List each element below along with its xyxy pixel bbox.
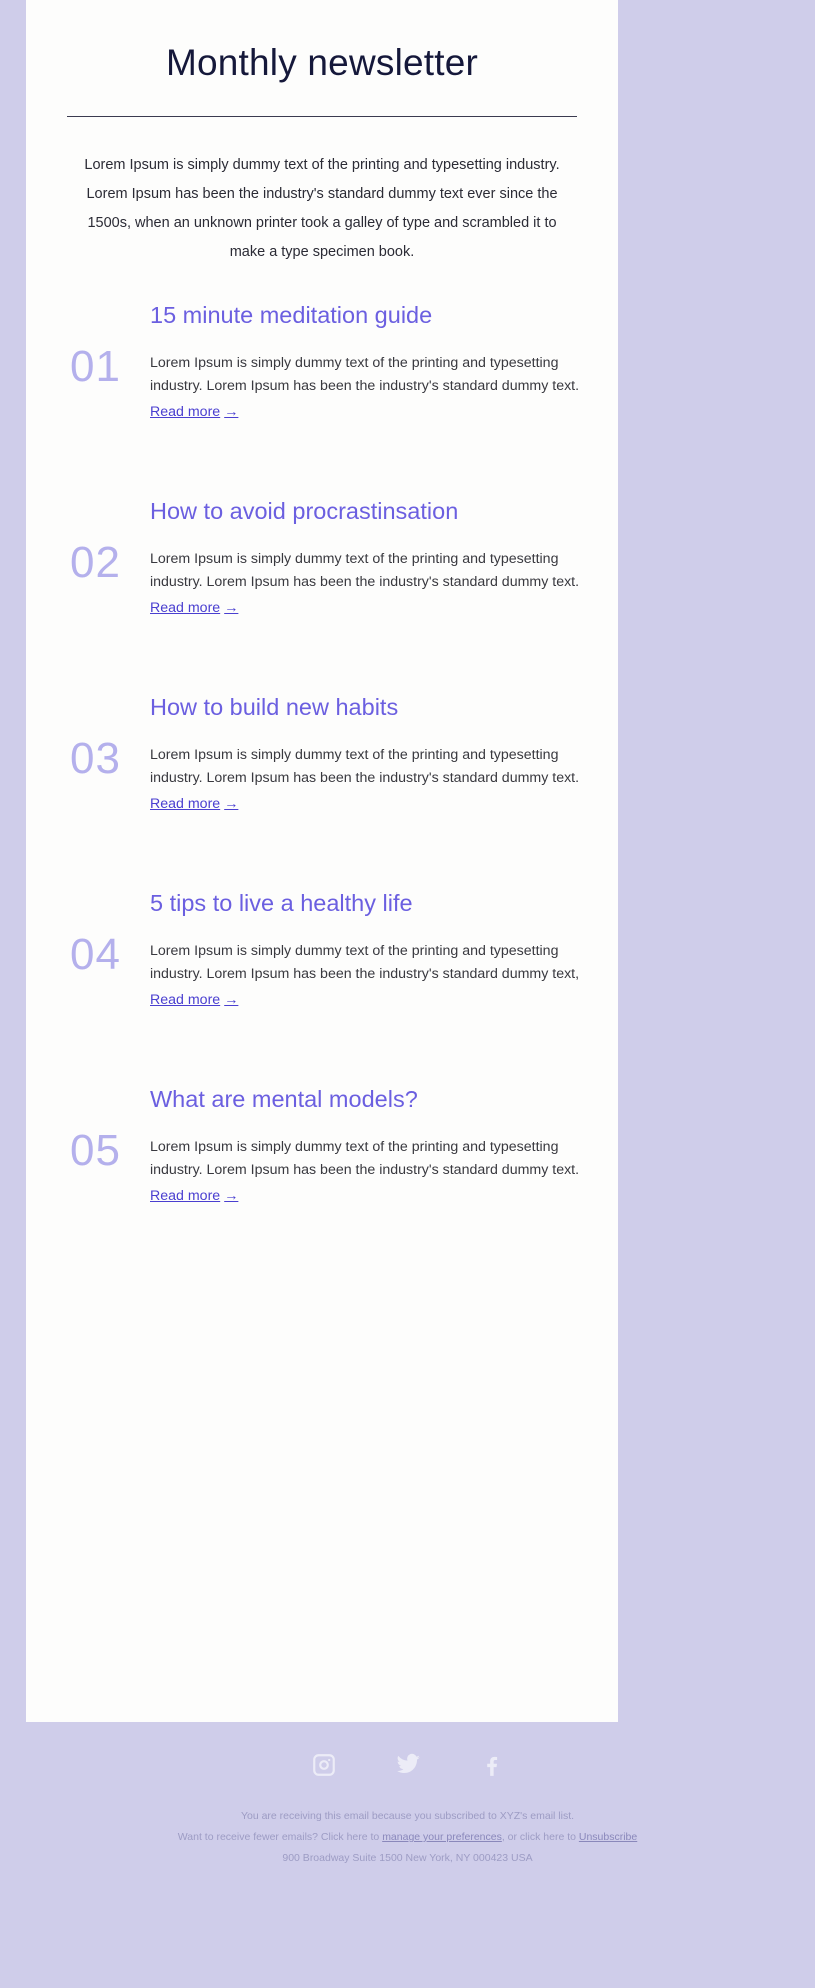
footer-legal: You are receiving this email because you… <box>0 1778 815 1869</box>
read-more-label: Read more <box>150 796 221 813</box>
read-more-label: Read more <box>150 992 221 1009</box>
article-text: Lorem Ipsum is simply dummy text of the … <box>150 943 580 983</box>
article-number: 05 <box>70 1126 121 1175</box>
article-text: Lorem Ipsum is simply dummy text of the … <box>150 747 580 787</box>
article-item: 02 How to avoid procrastinsation Lorem I… <box>48 497 596 693</box>
email-preview: Monthly newsletter Lorem Ipsum is simply… <box>0 0 815 1988</box>
facebook-icon[interactable] <box>479 1752 505 1778</box>
social-links <box>0 1722 815 1778</box>
arrow-right-icon: → <box>224 1188 239 1205</box>
read-more-link[interactable]: Read more → <box>150 401 238 423</box>
article-number: 02 <box>70 538 121 587</box>
article-title[interactable]: 5 tips to live a healthy life <box>150 889 586 918</box>
arrow-right-icon: → <box>224 404 239 421</box>
page-title: Monthly newsletter <box>165 42 479 83</box>
article-title[interactable]: 15 minute meditation guide <box>150 301 586 330</box>
read-more-link[interactable]: Read more → <box>150 597 238 619</box>
email-card: Monthly newsletter Lorem Ipsum is simply… <box>26 0 618 1722</box>
unsubscribe-link[interactable]: Unsubscribe <box>579 1831 637 1843</box>
article-content: 5 tips to live a healthy life Lorem Ipsu… <box>150 889 596 1011</box>
article-title[interactable]: What are mental models? <box>150 1085 586 1114</box>
article-text: Lorem Ipsum is simply dummy text of the … <box>150 551 580 591</box>
article-content: 15 minute meditation guide Lorem Ipsum i… <box>150 301 596 423</box>
footer-address: 900 Broadway Suite 1500 New York, NY 000… <box>282 1852 533 1864</box>
email-footer: You are receiving this email because you… <box>0 1722 815 1988</box>
article-content: How to avoid procrastinsation Lorem Ipsu… <box>150 497 596 619</box>
article-title[interactable]: How to build new habits <box>150 693 586 722</box>
twitter-icon[interactable] <box>395 1752 421 1778</box>
read-more-link[interactable]: Read more → <box>150 1185 238 1207</box>
manage-preferences-link[interactable]: manage your preferences <box>382 1831 502 1843</box>
footer-line-preferences: Want to receive fewer emails? Click here… <box>0 1827 815 1848</box>
arrow-right-icon: → <box>224 600 239 617</box>
article-content: How to build new habits Lorem Ipsum is s… <box>150 693 596 815</box>
article-item: 04 5 tips to live a healthy life Lorem I… <box>48 889 596 1085</box>
footer-pref-mid: , or click here to <box>501 1831 579 1843</box>
footer-line-subscription: You are receiving this email because you… <box>240 1810 575 1822</box>
article-title[interactable]: How to avoid procrastinsation <box>150 497 586 526</box>
article-item: 05 What are mental models? Lorem Ipsum i… <box>48 1085 596 1281</box>
arrow-right-icon: → <box>224 796 239 813</box>
article-number: 01 <box>70 342 121 391</box>
article-text: Lorem Ipsum is simply dummy text of the … <box>150 1139 580 1179</box>
read-more-link[interactable]: Read more → <box>150 793 238 815</box>
read-more-link[interactable]: Read more → <box>150 989 238 1011</box>
article-number: 03 <box>70 734 121 783</box>
footer-pref-pre: Want to receive fewer emails? Click here… <box>177 1831 383 1843</box>
instagram-icon[interactable] <box>311 1752 337 1778</box>
article-item: 03 How to build new habits Lorem Ipsum i… <box>48 693 596 889</box>
read-more-label: Read more <box>150 404 221 421</box>
article-list: 01 15 minute meditation guide Lorem Ipsu… <box>48 267 596 1281</box>
article-text: Lorem Ipsum is simply dummy text of the … <box>150 355 580 395</box>
read-more-label: Read more <box>150 1188 221 1205</box>
read-more-label: Read more <box>150 600 221 617</box>
article-content: What are mental models? Lorem Ipsum is s… <box>150 1085 596 1207</box>
arrow-right-icon: → <box>224 992 239 1009</box>
intro-paragraph: Lorem Ipsum is simply dummy text of the … <box>84 157 560 260</box>
article-number: 04 <box>70 930 121 979</box>
article-item: 01 15 minute meditation guide Lorem Ipsu… <box>48 301 596 497</box>
